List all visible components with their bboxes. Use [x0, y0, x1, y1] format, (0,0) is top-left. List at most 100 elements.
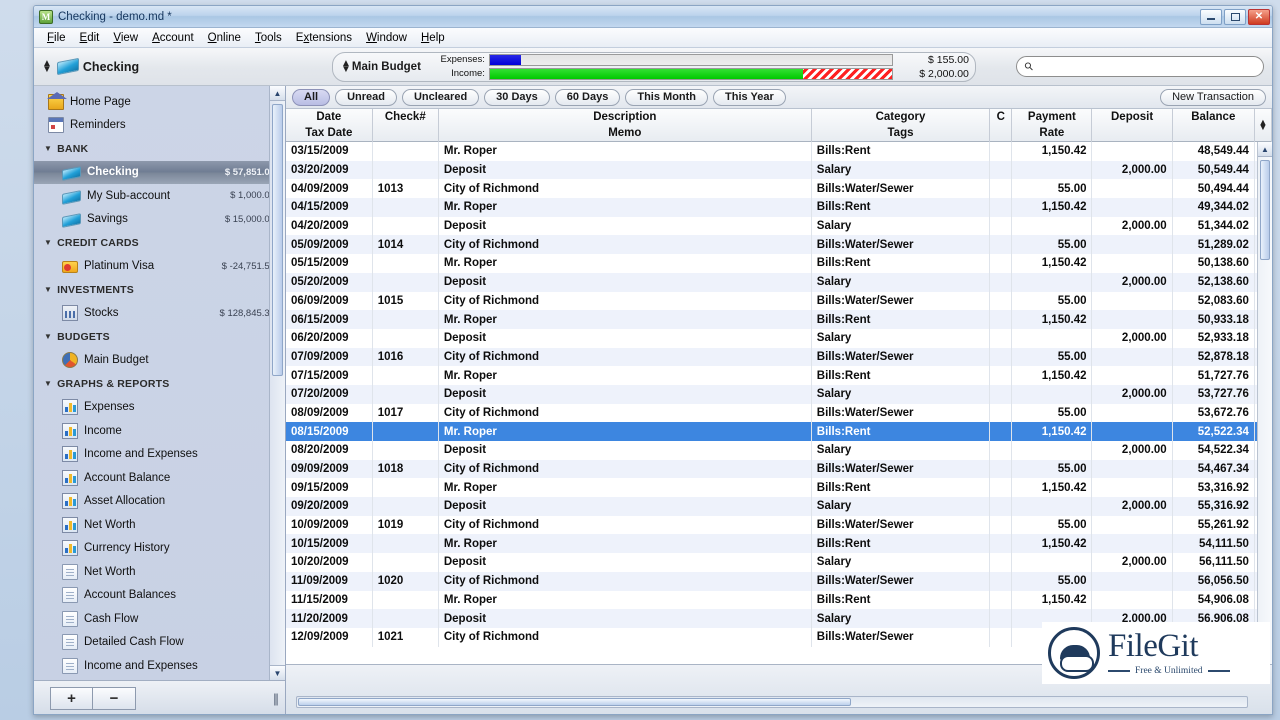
cell-deposit[interactable]: [1092, 591, 1172, 610]
cell-category[interactable]: Salary: [811, 441, 989, 460]
table-row[interactable]: 06/20/2009DepositSalary2,000.0052,933.18: [286, 329, 1272, 348]
table-row[interactable]: 08/20/2009DepositSalary2,000.0054,522.34: [286, 441, 1272, 460]
cell-cleared[interactable]: [990, 142, 1012, 161]
cell-payment[interactable]: [1012, 329, 1092, 348]
menu-item-tools[interactable]: Tools: [248, 30, 289, 46]
col-deposit[interactable]: Deposit: [1092, 109, 1172, 125]
cell-payment[interactable]: 1,150.42: [1012, 478, 1092, 497]
menu-item-online[interactable]: Online: [201, 30, 248, 46]
cell-check[interactable]: [372, 478, 438, 497]
cell-payment[interactable]: [1012, 497, 1092, 516]
cell-deposit[interactable]: [1092, 422, 1172, 441]
cell-deposit[interactable]: [1092, 534, 1172, 553]
cell-check[interactable]: [372, 273, 438, 292]
cell-cleared[interactable]: [990, 478, 1012, 497]
cell-category[interactable]: Salary: [811, 385, 989, 404]
cell-description[interactable]: Mr. Roper: [438, 310, 811, 329]
cell-cleared[interactable]: [990, 179, 1012, 198]
sidebar-item-net-worth[interactable]: Net Worth: [34, 513, 285, 537]
sidebar-item-income-and-expenses[interactable]: Income and Expenses: [34, 654, 285, 678]
cell-deposit[interactable]: [1092, 235, 1172, 254]
cell-payment[interactable]: 1,150.42: [1012, 142, 1092, 161]
sidebar-scroll-down-icon[interactable]: ▼: [270, 665, 285, 680]
filter-30-days[interactable]: 30 Days: [484, 89, 550, 106]
cell-check[interactable]: [372, 366, 438, 385]
cell-date[interactable]: 04/09/2009: [286, 179, 372, 198]
cell-deposit[interactable]: 2,000.00: [1092, 553, 1172, 572]
cell-category[interactable]: Bills:Water/Sewer: [811, 235, 989, 254]
table-row[interactable]: 08/15/2009Mr. RoperBills:Rent1,150.4252,…: [286, 422, 1272, 441]
cell-category[interactable]: Salary: [811, 497, 989, 516]
table-row[interactable]: 05/20/2009DepositSalary2,000.0052,138.60: [286, 273, 1272, 292]
cell-balance[interactable]: 51,289.02: [1172, 235, 1254, 254]
cell-balance[interactable]: 56,056.50: [1172, 572, 1254, 591]
cell-category[interactable]: Bills:Rent: [811, 310, 989, 329]
cell-payment[interactable]: 1,150.42: [1012, 591, 1092, 610]
filter-all[interactable]: All: [292, 89, 330, 106]
cell-date[interactable]: 11/15/2009: [286, 591, 372, 610]
sidebar-item-graphs-reports[interactable]: ▼GRAPHS & REPORTS: [34, 372, 285, 396]
sidebar-item-cash-flow[interactable]: Cash Flow: [34, 607, 285, 631]
cell-date[interactable]: 05/20/2009: [286, 273, 372, 292]
cell-cleared[interactable]: [990, 591, 1012, 610]
cell-date[interactable]: 05/09/2009: [286, 235, 372, 254]
sidebar-item-investments[interactable]: ▼INVESTMENTS: [34, 278, 285, 302]
table-row[interactable]: 11/09/20091020City of RichmondBills:Wate…: [286, 572, 1272, 591]
sidebar-item-currency-history[interactable]: Currency History: [34, 537, 285, 561]
sidebar-item-expenses[interactable]: Expenses: [34, 396, 285, 420]
cell-date[interactable]: 10/15/2009: [286, 534, 372, 553]
cell-cleared[interactable]: [990, 348, 1012, 367]
cell-description[interactable]: Deposit: [438, 497, 811, 516]
cell-description[interactable]: City of Richmond: [438, 516, 811, 535]
new-transaction-button[interactable]: New Transaction: [1160, 89, 1266, 106]
cell-date[interactable]: 10/20/2009: [286, 553, 372, 572]
cell-check[interactable]: [372, 441, 438, 460]
cell-date[interactable]: 05/15/2009: [286, 254, 372, 273]
cell-cleared[interactable]: [990, 273, 1012, 292]
cell-payment[interactable]: 55.00: [1012, 516, 1092, 535]
cell-deposit[interactable]: 2,000.00: [1092, 273, 1172, 292]
cell-cleared[interactable]: [990, 572, 1012, 591]
cell-check[interactable]: 1020: [372, 572, 438, 591]
cell-payment[interactable]: 55.00: [1012, 404, 1092, 423]
menu-item-account[interactable]: Account: [145, 30, 201, 46]
cell-check[interactable]: [372, 609, 438, 628]
cell-check[interactable]: [372, 329, 438, 348]
cell-category[interactable]: Bills:Water/Sewer: [811, 404, 989, 423]
cell-cleared[interactable]: [990, 329, 1012, 348]
cell-payment[interactable]: 55.00: [1012, 460, 1092, 479]
cell-balance[interactable]: 52,933.18: [1172, 329, 1254, 348]
cell-balance[interactable]: 52,138.60: [1172, 273, 1254, 292]
cell-balance[interactable]: 52,878.18: [1172, 348, 1254, 367]
cell-date[interactable]: 09/15/2009: [286, 478, 372, 497]
table-row[interactable]: 04/15/2009Mr. RoperBills:Rent1,150.4249,…: [286, 198, 1272, 217]
cell-category[interactable]: Salary: [811, 273, 989, 292]
cell-cleared[interactable]: [990, 553, 1012, 572]
cell-date[interactable]: 03/20/2009: [286, 161, 372, 180]
sidebar-scroll-up-icon[interactable]: ▲: [270, 86, 285, 101]
col-memo[interactable]: Memo: [438, 125, 811, 142]
register-scroll-thumb[interactable]: [1260, 160, 1270, 260]
cell-cleared[interactable]: [990, 366, 1012, 385]
horizontal-scrollbar[interactable]: [296, 696, 1248, 708]
sidebar-item-budgets[interactable]: ▼BUDGETS: [34, 325, 285, 349]
cell-balance[interactable]: 52,522.34: [1172, 422, 1254, 441]
filter-60-days[interactable]: 60 Days: [555, 89, 621, 106]
table-row[interactable]: 03/15/2009Mr. RoperBills:Rent1,150.4248,…: [286, 142, 1272, 161]
cell-category[interactable]: Bills:Water/Sewer: [811, 460, 989, 479]
cell-description[interactable]: Deposit: [438, 161, 811, 180]
cell-date[interactable]: 03/15/2009: [286, 142, 372, 161]
sidebar-scroll-thumb[interactable]: [272, 104, 283, 376]
cell-check[interactable]: 1017: [372, 404, 438, 423]
cell-payment[interactable]: [1012, 217, 1092, 236]
table-row[interactable]: 04/09/20091013City of RichmondBills:Wate…: [286, 179, 1272, 198]
col-balance[interactable]: Balance: [1172, 109, 1254, 125]
cell-balance[interactable]: 53,672.76: [1172, 404, 1254, 423]
cell-check[interactable]: 1021: [372, 628, 438, 647]
col-tags[interactable]: Tags: [811, 125, 989, 142]
cell-description[interactable]: Deposit: [438, 329, 811, 348]
col-category[interactable]: Category: [811, 109, 989, 125]
cell-payment[interactable]: 55.00: [1012, 292, 1092, 311]
cell-payment[interactable]: 55.00: [1012, 179, 1092, 198]
cell-description[interactable]: Mr. Roper: [438, 254, 811, 273]
